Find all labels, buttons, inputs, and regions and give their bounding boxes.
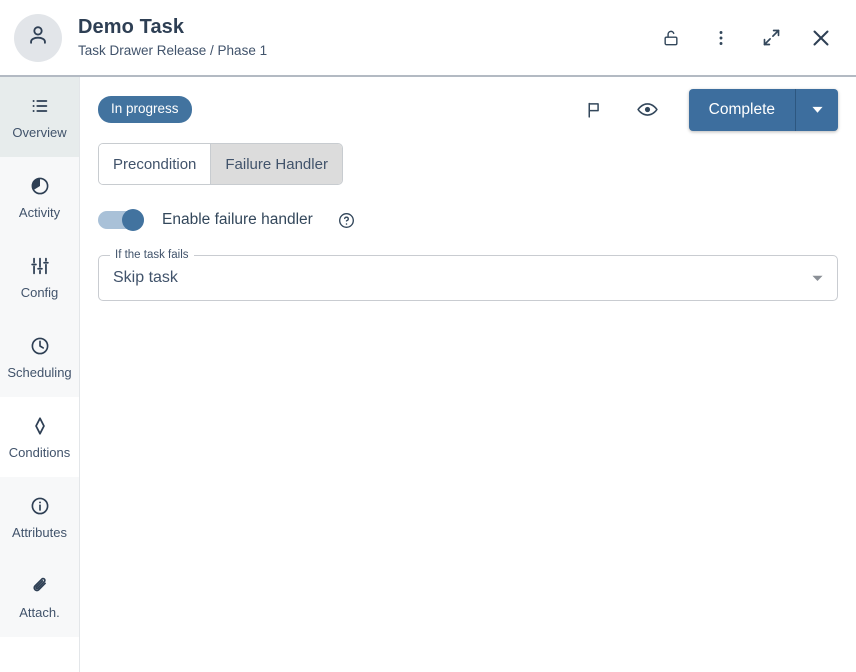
sidebar-item-overview[interactable]: Overview [0, 77, 79, 157]
help-circle-icon[interactable] [337, 210, 357, 230]
drawer-body: Overview Activity Config Scheduling Cond… [0, 77, 856, 672]
sidebar-item-label: Activity [18, 205, 61, 220]
sidebar-item-label: Conditions [8, 445, 71, 460]
sidebar-item-label: Attach. [19, 605, 60, 620]
sidebar-item-scheduling[interactable]: Scheduling [0, 317, 79, 397]
enable-failure-handler-row: Enable failure handler [98, 205, 838, 235]
diamond-icon [28, 414, 52, 438]
tab-group: Precondition Failure Handler [98, 143, 343, 185]
complete-split-button: Complete [688, 88, 838, 131]
sidebar: Overview Activity Config Scheduling Cond… [0, 77, 80, 672]
failure-action-select[interactable]: If the task fails Skip task [98, 248, 838, 301]
sidebar-item-attachments[interactable]: Attach. [0, 557, 79, 637]
content-panel: In progress Complete Precondition Failur… [80, 77, 856, 672]
close-icon[interactable] [806, 23, 836, 53]
drawer-header: Demo Task Task Drawer Release / Phase 1 [0, 0, 856, 77]
tab-precondition[interactable]: Precondition [99, 144, 211, 184]
breadcrumb: Task Drawer Release / Phase 1 [78, 43, 268, 58]
sidebar-item-label: Scheduling [7, 365, 72, 380]
sidebar-item-label: Overview [12, 125, 67, 140]
chevron-down-icon[interactable] [810, 271, 825, 286]
avatar [14, 13, 62, 62]
sidebar-item-conditions[interactable]: Conditions [0, 397, 79, 477]
toggle-knob [122, 209, 144, 231]
sliders-icon [28, 254, 52, 278]
eye-icon[interactable] [632, 94, 664, 126]
failure-action-value: Skip task [113, 269, 178, 286]
content-toolbar: In progress Complete [98, 77, 838, 139]
toggle-label: Enable failure handler [162, 211, 313, 228]
failure-action-legend: If the task fails [110, 248, 194, 262]
sidebar-item-label: Config [20, 285, 59, 300]
header-actions [656, 23, 838, 53]
enable-failure-handler-toggle[interactable] [98, 209, 144, 231]
clock-icon [28, 334, 52, 358]
pie-chart-icon [28, 174, 52, 198]
person-icon [25, 22, 51, 53]
chevron-down-icon[interactable] [796, 89, 838, 131]
sidebar-item-label: Attributes [12, 525, 67, 540]
list-icon [28, 94, 52, 118]
more-vertical-icon[interactable] [706, 23, 736, 53]
status-badge: In progress [98, 96, 192, 123]
sidebar-item-attributes[interactable]: Attributes [0, 477, 79, 557]
complete-button[interactable]: Complete [689, 88, 796, 131]
lock-icon[interactable] [656, 23, 686, 53]
sidebar-item-activity[interactable]: Activity [0, 157, 79, 237]
info-icon [28, 494, 52, 518]
expand-icon[interactable] [756, 23, 786, 53]
sidebar-item-config[interactable]: Config [0, 237, 79, 317]
flag-icon[interactable] [578, 94, 610, 126]
task-drawer: Demo Task Task Drawer Release / Phase 1 [0, 0, 856, 672]
page-title: Demo Task [78, 16, 185, 38]
paperclip-icon [28, 574, 52, 598]
title-block: Demo Task Task Drawer Release / Phase 1 [78, 15, 656, 60]
tab-failure-handler[interactable]: Failure Handler [210, 144, 342, 184]
